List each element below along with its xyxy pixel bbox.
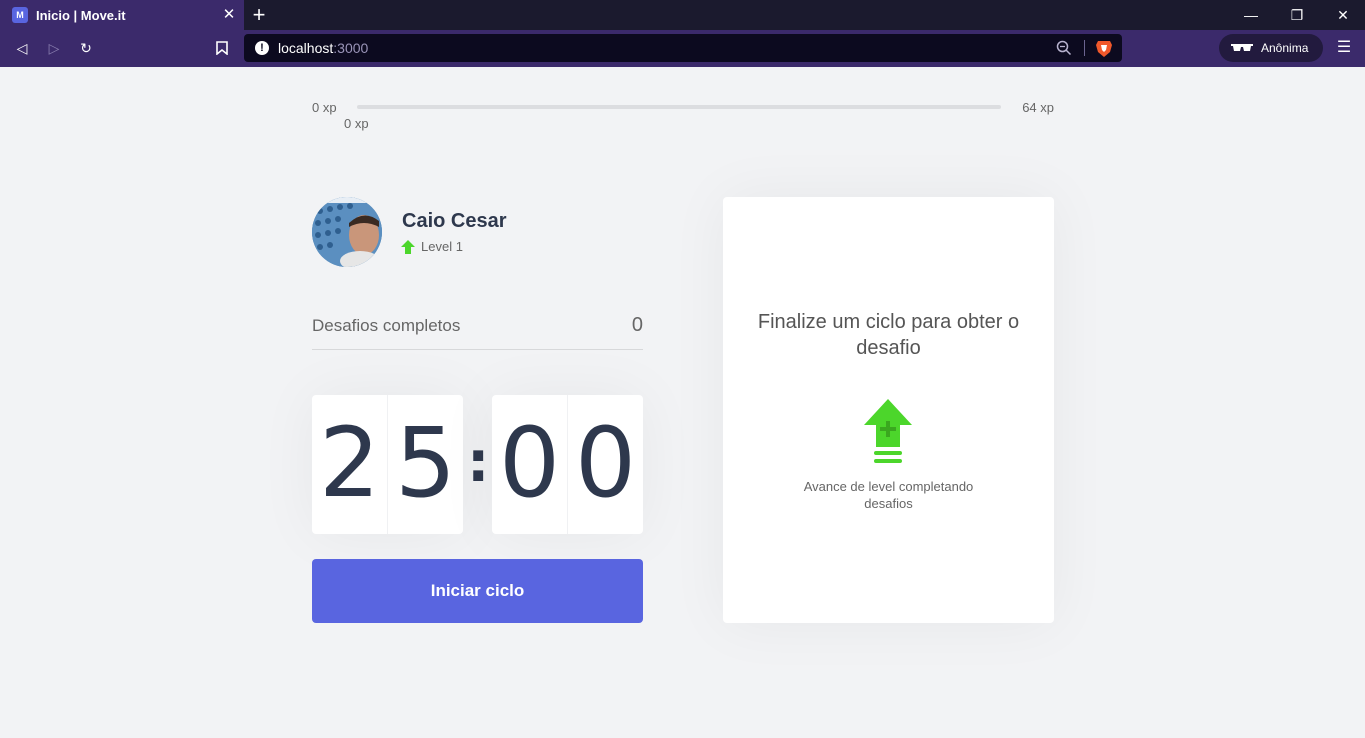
second-digit-left: 0 [498, 407, 561, 519]
start-cycle-button[interactable]: Iniciar ciclo [312, 559, 643, 623]
completed-challenges-value: 0 [631, 314, 643, 336]
level-label: Level 1 [421, 239, 463, 254]
profile-name: Caio Cesar [402, 210, 507, 232]
experience-bar: 0 xp 64 xp 0 xp [312, 98, 1054, 138]
site-info-icon[interactable]: ! [255, 41, 269, 55]
private-label: Anônima [1261, 41, 1309, 55]
challenge-box-title: Finalize um ciclo para obter o desafio [757, 311, 1020, 359]
xp-track [357, 105, 1001, 109]
back-button[interactable]: ◁ [10, 36, 34, 60]
xp-current-label: 0 xp [344, 116, 369, 131]
countdown-separator: : [467, 430, 490, 495]
favicon-icon: M [12, 7, 28, 23]
close-icon[interactable]: ✕ [220, 6, 238, 24]
window-close-button[interactable]: ✕ [1320, 0, 1365, 30]
restore-button[interactable]: ❐ [1274, 0, 1320, 30]
bookmark-icon[interactable] [210, 36, 234, 60]
level-row: Level 1 [401, 239, 463, 254]
completed-challenges: Desafios completos 0 [312, 314, 643, 350]
zoom-icon[interactable] [1056, 40, 1072, 56]
level-up-arrow-icon [401, 239, 415, 254]
xp-start-label: 0 xp [312, 100, 337, 115]
browser-tab-bar: M Inicio | Move.it ✕ + — ❐ ✕ [0, 0, 1365, 30]
second-digit-right: 0 [574, 407, 637, 519]
seconds-box: 0 0 [492, 395, 643, 534]
new-tab-button[interactable]: + [248, 3, 270, 27]
url-port: :3000 [333, 40, 369, 56]
address-separator [1084, 40, 1085, 56]
profile: Caio Cesar Level 1 [312, 197, 643, 267]
url-host: localhost [278, 40, 334, 56]
countdown: 2 5 : 0 0 [312, 395, 643, 534]
xp-end-label: 64 xp [1022, 100, 1054, 115]
address-bar[interactable]: ! localhost:3000 [244, 34, 1122, 62]
completed-challenges-label: Desafios completos [312, 316, 461, 335]
tab-title: Inicio | Move.it [36, 7, 126, 23]
minute-digit-left: 2 [318, 407, 381, 519]
forward-button[interactable]: ▷ [42, 36, 66, 60]
minute-digit-right: 5 [394, 407, 457, 519]
minutes-box: 2 5 [312, 395, 463, 534]
url-text: localhost:3000 [278, 40, 368, 56]
browser-tab[interactable]: M Inicio | Move.it ✕ [0, 0, 244, 30]
incognito-glasses-icon [1231, 44, 1253, 51]
reload-button[interactable]: ↻ [74, 36, 98, 60]
level-up-icon [864, 399, 912, 463]
browser-menu-button[interactable]: ☰ [1334, 36, 1354, 60]
private-window-badge[interactable]: Anônima [1219, 34, 1323, 62]
avatar [312, 197, 382, 267]
brave-shield-icon[interactable] [1094, 38, 1114, 58]
browser-toolbar: ◁ ▷ ↻ ! localhost:3000 Anônima ☰ [0, 30, 1365, 67]
challenge-box-description: Avance de level completando desafios [803, 479, 974, 511]
challenge-box: Finalize um ciclo para obter o desafio A… [723, 197, 1054, 623]
minimize-button[interactable]: — [1228, 0, 1274, 30]
